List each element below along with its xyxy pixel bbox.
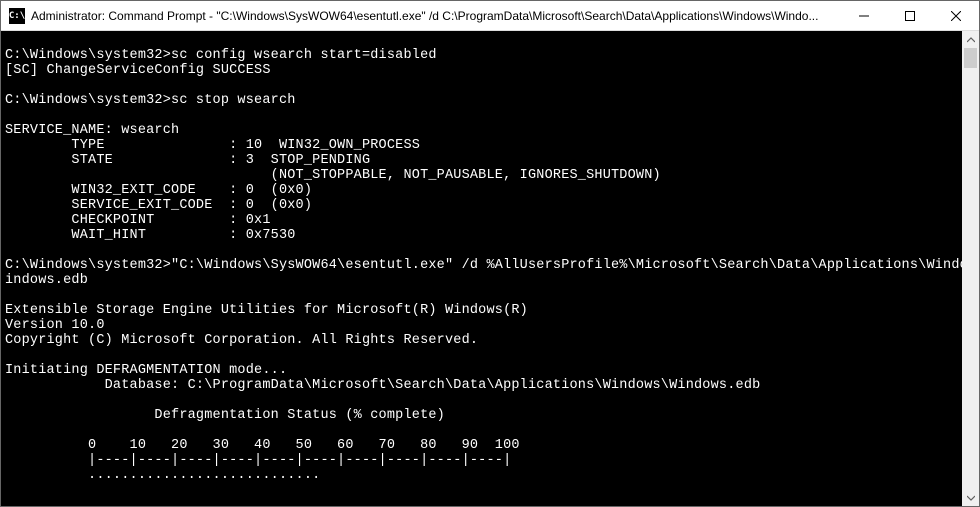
chevron-up-icon [967,36,975,44]
command-prompt-window: C:\ Administrator: Command Prompt - "C:\… [0,0,980,507]
close-icon [951,11,961,21]
scroll-track[interactable] [962,48,979,489]
scrollbar [962,31,979,506]
scroll-thumb[interactable] [964,48,977,68]
titlebar[interactable]: C:\ Administrator: Command Prompt - "C:\… [1,1,979,31]
window-title: Administrator: Command Prompt - "C:\Wind… [31,9,841,23]
chevron-down-icon [967,494,975,502]
scroll-down-button[interactable] [962,489,979,506]
maximize-button[interactable] [887,1,933,31]
window-controls [841,1,979,31]
minimize-button[interactable] [841,1,887,31]
terminal-area: C:\Windows\system32>sc config wsearch st… [1,31,979,506]
terminal-output[interactable]: C:\Windows\system32>sc config wsearch st… [1,31,962,506]
cmd-icon: C:\ [9,8,25,24]
minimize-icon [859,11,869,21]
close-button[interactable] [933,1,979,31]
maximize-icon [905,11,915,21]
scroll-up-button[interactable] [962,31,979,48]
